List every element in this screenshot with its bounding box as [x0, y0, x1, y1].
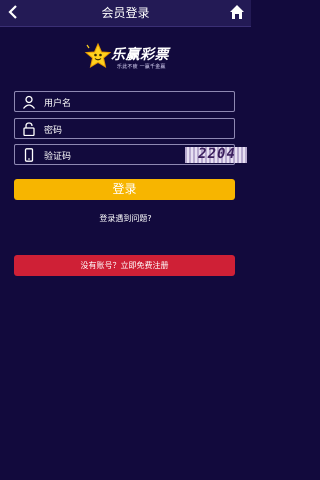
captcha-field[interactable]: 验证码 2204 [14, 144, 247, 165]
home-icon [230, 5, 244, 19]
username-field[interactable]: 用户名 [14, 91, 235, 112]
captcha-code: 2204 [196, 147, 238, 162]
brand-name: 乐赢彩票 [111, 47, 169, 63]
captcha-placeholder: 验证码 [44, 152, 72, 162]
password-field[interactable]: 密码 [14, 118, 235, 139]
star-mascot-icon [84, 42, 112, 69]
register-button[interactable]: 没有账号？立即免费注册 [14, 255, 235, 276]
lock-icon [23, 122, 35, 136]
password-placeholder: 密码 [44, 126, 63, 136]
top-bar: 会员登录 [0, 0, 251, 27]
app-logo: 乐赢彩票 乐此不疲 一赢千金赢 [84, 42, 178, 76]
brand-slogan: 乐此不疲 一赢千金赢 [117, 64, 166, 70]
login-button[interactable]: 登录 [14, 179, 235, 200]
page-title: 会员登录 [101, 6, 150, 20]
home-button[interactable] [229, 4, 245, 20]
captcha-image[interactable]: 2204 [185, 147, 247, 163]
user-icon [22, 95, 36, 109]
login-help-link[interactable]: 登录遇到问题? [0, 213, 251, 224]
phone-icon [24, 148, 34, 162]
username-placeholder: 用户名 [44, 99, 72, 109]
